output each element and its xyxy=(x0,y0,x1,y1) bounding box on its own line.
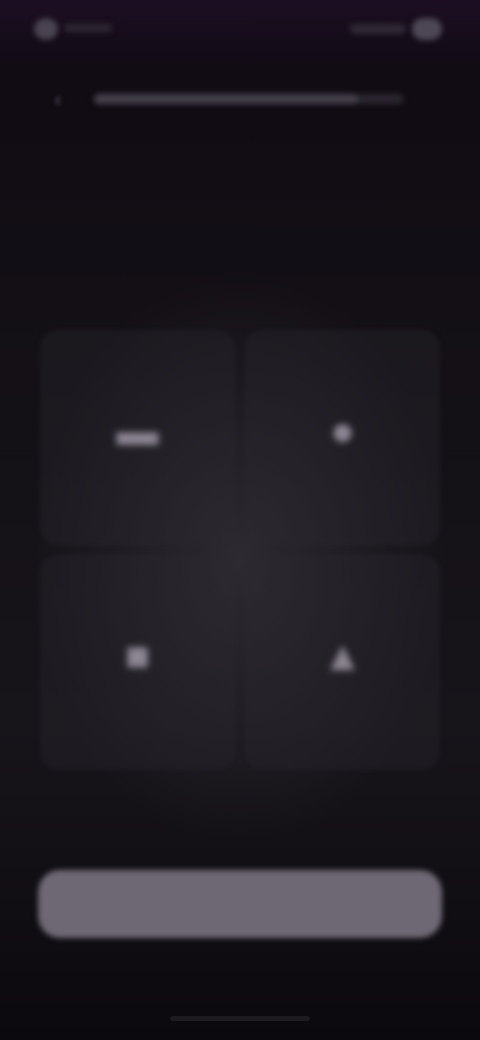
camera-dot xyxy=(34,18,58,40)
progress-header: ‹ xyxy=(46,86,404,114)
option-card-3[interactable]: ■ xyxy=(40,555,235,770)
option-card-4[interactable]: ▲ xyxy=(245,555,440,770)
option-icon-2: ● xyxy=(329,406,356,454)
options-grid: ▬ ● ■ ▲ xyxy=(40,330,440,770)
skip-link[interactable] xyxy=(190,832,290,858)
continue-button[interactable] xyxy=(38,870,442,938)
option-card-2[interactable]: ● xyxy=(245,330,440,545)
status-time xyxy=(64,24,112,32)
battery-icon xyxy=(412,18,442,40)
option-icon-3: ■ xyxy=(124,631,151,679)
option-icon-1: ▬ xyxy=(116,406,159,454)
status-indicators xyxy=(350,24,406,34)
option-card-1[interactable]: ▬ xyxy=(40,330,235,545)
status-bar xyxy=(0,0,480,56)
home-indicator xyxy=(170,1016,310,1021)
onboarding-screen: ‹ ▬ ● ■ ▲ xyxy=(0,0,480,1040)
progress-bar xyxy=(94,94,404,104)
progress-bar-fill xyxy=(94,94,358,104)
option-icon-4: ▲ xyxy=(321,631,364,679)
chevron-left-icon[interactable]: ‹ xyxy=(46,88,70,112)
